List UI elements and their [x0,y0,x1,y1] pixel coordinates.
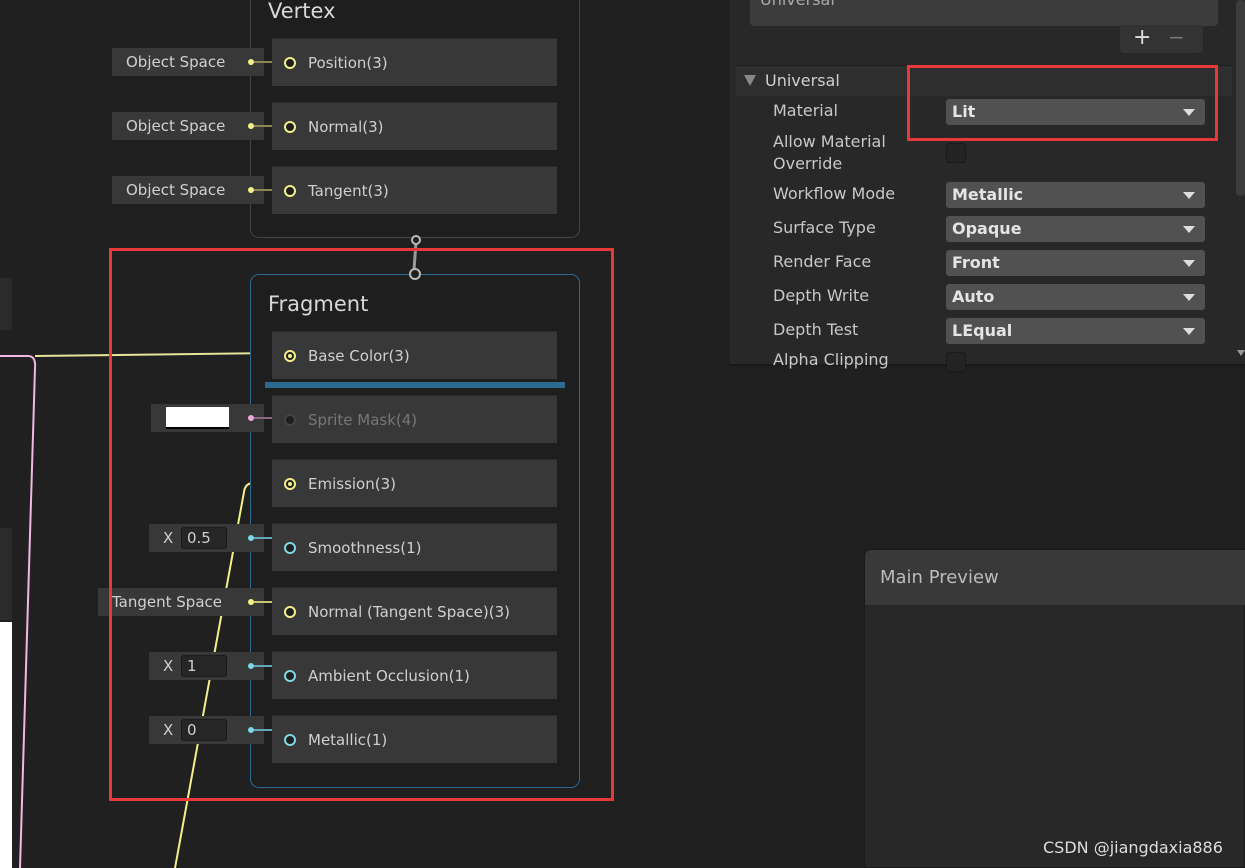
watermark: CSDN @jiangdaxia886 [1043,838,1223,857]
property-label: Alpha Clipping [773,350,889,369]
property-dropdown[interactable]: Metallic [946,182,1205,208]
property-label: Render Face [773,252,872,271]
property-checkbox[interactable] [946,352,966,372]
chevron-down-icon [1183,226,1195,233]
scroll-down-arrow[interactable] [1237,350,1245,356]
preview-title: Main Preview [880,567,999,588]
chevron-down-icon [1183,260,1195,267]
space-input[interactable]: Object Space [112,176,264,204]
wire-pink [0,355,37,868]
chevron-down-icon [1183,328,1195,335]
property-label: Surface Type [773,218,876,237]
preview-header[interactable]: Main Preview [865,550,1245,605]
remove-button[interactable]: − [1168,25,1185,49]
target-list-item[interactable]: Universal [760,0,835,9]
chevron-down-icon [1183,294,1195,301]
highlight-fragment [109,248,614,801]
highlight-material [907,65,1218,141]
port-icon[interactable] [284,185,296,197]
property-label: Depth Write [773,286,870,305]
target-list: Universal [750,0,1218,26]
section-title: Universal [765,71,840,90]
property-label: Material [773,101,838,120]
scrollbar[interactable] [1236,0,1245,196]
property-label: Depth Test [773,320,859,339]
space-input[interactable]: Object Space [112,112,264,140]
port-icon[interactable] [284,57,296,69]
list-buttons: + − [1120,25,1203,53]
property-dropdown[interactable]: Auto [946,284,1205,310]
property-dropdown[interactable]: Front [946,250,1205,276]
property-dropdown[interactable]: Opaque [946,216,1205,242]
graph-inspector: Universal + − Universal MaterialLitAllow… [730,0,1245,372]
vertex-port-row[interactable]: Tangent(3) [272,166,557,214]
property-checkbox[interactable] [946,143,966,163]
triangle-down-icon [744,75,756,86]
add-button[interactable]: + [1133,25,1151,50]
vertex-port-row[interactable]: Position(3) [272,38,557,86]
vertex-title: Vertex [268,0,336,23]
property-label: Workflow Mode [773,184,896,203]
main-preview: Main Preview [864,549,1245,868]
property-dropdown[interactable]: LEqual [946,318,1205,344]
space-input[interactable]: Object Space [112,48,264,76]
property-label: Allow Material Override [773,132,886,173]
vertex-flow-out[interactable] [411,235,421,245]
chevron-down-icon [1183,192,1195,199]
vertex-port-row[interactable]: Normal(3) [272,102,557,150]
port-icon[interactable] [284,121,296,133]
